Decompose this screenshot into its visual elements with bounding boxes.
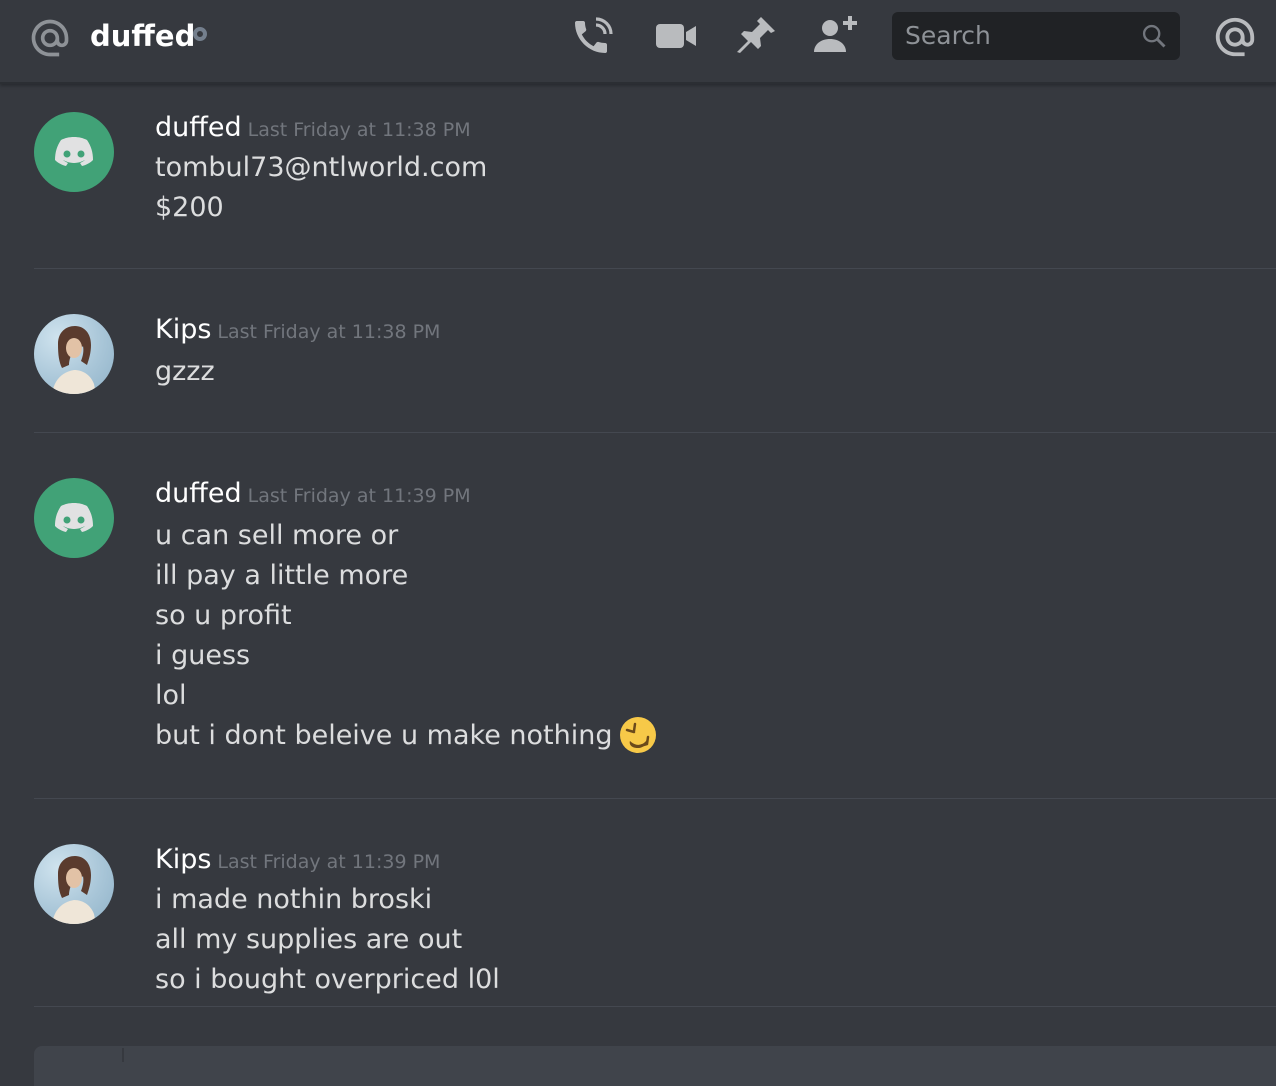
channel-title: duffed (90, 19, 196, 53)
username[interactable]: Kips (155, 844, 211, 875)
message-line: lol (155, 680, 187, 711)
message-input[interactable] (34, 1046, 1276, 1086)
at-icon (31, 19, 69, 57)
rolling-on-floor-laughing-emoji-icon (620, 716, 657, 753)
message-header: Kips Last Friday at 11:39 PM (155, 844, 440, 875)
user-photo-icon (52, 326, 96, 394)
message-content: u can sell more or ill pay a little more… (155, 516, 658, 756)
timestamp: Last Friday at 11:38 PM (217, 321, 441, 343)
message-line-text: but i dont beleive u make nothing (155, 720, 613, 751)
avatar[interactable] (34, 844, 114, 924)
search-icon (1142, 24, 1166, 48)
message-line: u can sell more or (155, 520, 399, 551)
message-header: duffed Last Friday at 11:38 PM (155, 112, 471, 143)
discord-logo-icon (55, 503, 93, 532)
username[interactable]: Kips (155, 314, 211, 345)
message-line: all my supplies are out (155, 924, 463, 955)
timestamp: Last Friday at 11:39 PM (247, 485, 471, 507)
timestamp: Last Friday at 11:38 PM (247, 119, 471, 141)
message-line: i made nothin broski (155, 884, 433, 915)
message-line: gzzz (155, 356, 215, 387)
message-divider (34, 432, 1276, 433)
discord-logo-icon (55, 137, 93, 166)
message-line: ill pay a little more (155, 560, 409, 591)
mention-icon[interactable] (1212, 14, 1258, 60)
channel-header: duffed Search (0, 0, 1276, 84)
avatar[interactable] (34, 478, 114, 558)
avatar[interactable] (34, 314, 114, 394)
message-header: duffed Last Friday at 11:39 PM (155, 478, 471, 509)
pin-icon[interactable] (732, 12, 780, 60)
message-line: $200 (155, 192, 224, 223)
message-line: so u profit (155, 600, 292, 631)
message-line: i guess (155, 640, 251, 671)
timestamp: Last Friday at 11:39 PM (217, 851, 441, 873)
search-placeholder: Search (905, 21, 991, 50)
username[interactable]: duffed (155, 478, 242, 509)
message-divider (34, 1006, 1276, 1007)
call-icon[interactable] (570, 12, 618, 60)
message-line: tombul73@ntlworld.com (155, 152, 488, 183)
message-line: so i bought overpriced l0l (155, 964, 500, 995)
message-content: gzzz (155, 352, 215, 392)
video-icon[interactable] (652, 12, 700, 60)
message-divider (34, 798, 1276, 799)
user-photo-icon (52, 856, 96, 924)
offline-status-icon (193, 27, 207, 41)
message-content: tombul73@ntlworld.com $200 (155, 148, 487, 228)
add-friend-icon[interactable] (812, 12, 860, 60)
avatar[interactable] (34, 112, 114, 192)
input-divider (122, 1048, 124, 1062)
search-input[interactable]: Search (892, 12, 1180, 60)
message-line-with-emoji: but i dont beleive u make nothing (155, 716, 658, 756)
username[interactable]: duffed (155, 112, 242, 143)
message-content: i made nothin broski all my supplies are… (155, 880, 500, 1000)
message-header: Kips Last Friday at 11:38 PM (155, 314, 440, 345)
message-divider (34, 268, 1276, 269)
